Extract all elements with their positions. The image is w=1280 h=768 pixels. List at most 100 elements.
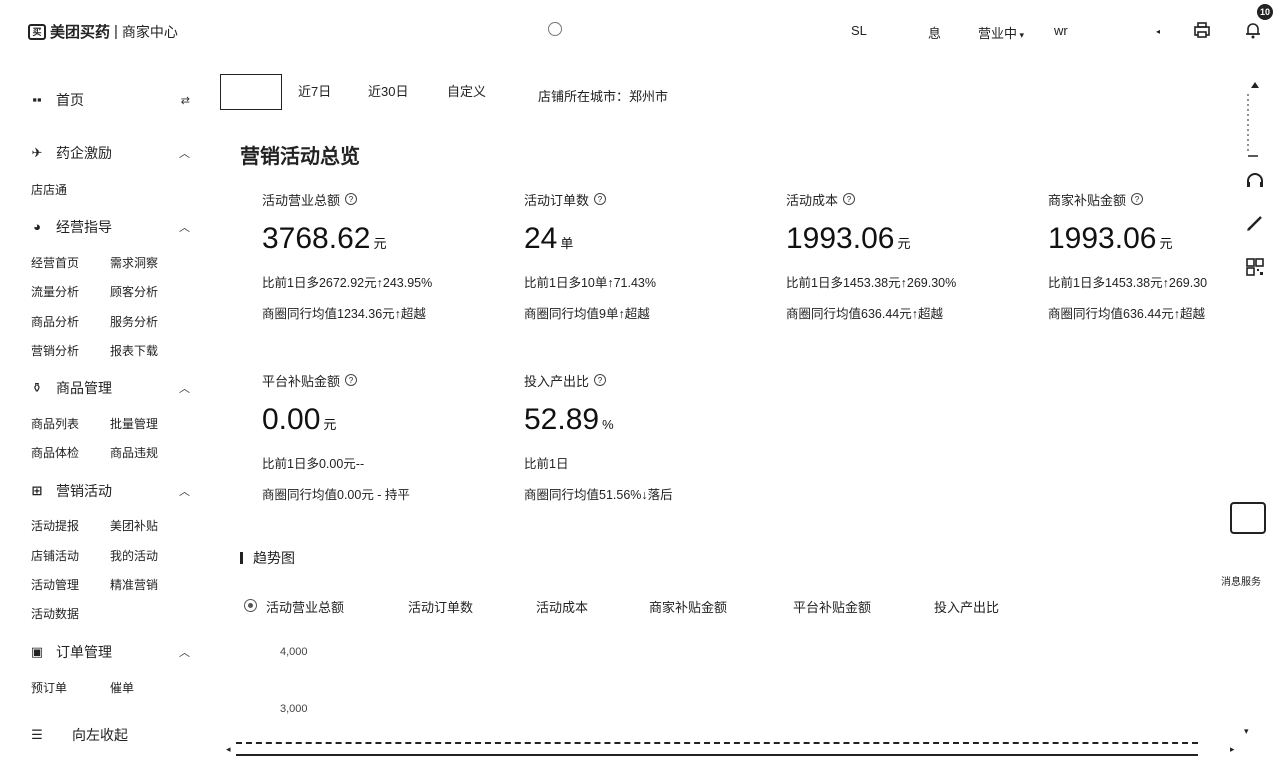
trend-tab-merchant-subsidy[interactable]: 商家补贴金额 [649,597,727,616]
help-icon[interactable]: ? [1131,193,1144,205]
help-icon[interactable]: ? [345,193,358,205]
metric-compare: 比前1日多1453.38元↑269.30% [786,276,957,290]
trend-tab-orders[interactable]: 活动订单数 [408,597,473,616]
sidebar-sub-item[interactable]: 批量管理 [110,415,158,432]
top-item-messages[interactable]: 息 [928,23,941,42]
metric-label: 活动成本 [786,192,839,208]
metric-compare: 比前1日多0.00元-- [262,457,365,471]
grid-icon: ▪▪ [32,92,42,107]
sidebar-sub-item[interactable]: 预订单 [31,679,67,696]
trend-tab-platform-subsidy[interactable]: 平台补贴金额 [793,597,871,616]
date-filter-yesterday[interactable] [220,74,282,110]
printer-icon[interactable] [1192,20,1212,40]
sidebar-sub-item[interactable]: 顾客分析 [110,283,158,300]
top-item-sl[interactable]: SL [851,23,867,38]
pencil-icon[interactable] [1244,212,1266,234]
headset-icon[interactable] [1244,170,1266,192]
sidebar-sub-item[interactable]: 商品违规 [110,444,158,461]
sidebar-item-label: 经营指导 [56,219,112,235]
qr-code-icon[interactable] [1244,256,1266,278]
business-status-label: 营业中 [978,26,1018,41]
chevron-up-icon: ︿ [179,383,190,395]
sidebar-sub-item[interactable]: 流量分析 [31,283,79,300]
sidebar-sub-item[interactable]: 营销分析 [31,342,79,359]
sidebar-item-home[interactable]: ▪▪ 首页 ⇄ [30,90,190,110]
metric-value: 3768.62 [262,222,371,255]
help-icon[interactable]: ? [345,374,358,386]
brand-logo-icon: 买 [28,23,46,40]
notification-badge: 10 [1257,4,1273,20]
sidebar-sub-item[interactable]: 商品分析 [31,313,79,330]
gift-icon: ⊞ [31,483,43,498]
date-filter-7d[interactable]: 近7日 [298,74,331,110]
trend-tab-cost[interactable]: 活动成本 [536,597,588,616]
sidebar-item-label: 药企激励 [56,145,112,161]
metric-unit: 元 [1159,236,1173,251]
chevron-down-icon: ▾ [1017,30,1025,40]
help-icon[interactable]: ? [843,193,856,205]
metric-unit: % [602,417,614,432]
sidebar-sub-item[interactable]: 活动数据 [31,605,79,622]
chevron-up-icon: ︿ [179,486,190,498]
business-status-dropdown[interactable]: 营业中 ▾ [978,23,1024,42]
scroll-right-icon[interactable]: ▸ [1230,744,1235,755]
store-city: 店铺所在城市：郑州市 [538,89,669,104]
scroll-down-icon[interactable]: ▾ [1244,726,1249,737]
trend-tab-roi[interactable]: 投入产出比 [934,597,999,616]
brand-name: 美团买药 [50,24,111,41]
metric-peer-average: 商圈同行均值636.44元↑超越 [1048,307,1205,321]
sidebar-sub-item[interactable]: 美团补贴 [110,517,158,534]
radio-selected-icon[interactable] [244,599,257,612]
user-caret-icon[interactable]: ◂ [1156,27,1160,36]
metric-card-merchant-subsidy: 商家补贴金额? 1993.06 元 比前1日多1453.38元↑269.30 商圈… [1048,190,1240,322]
sidebar-sub-item[interactable]: 店店通 [31,181,67,198]
search-icon [548,22,562,36]
pie-chart-icon: ◕ [33,219,41,234]
sidebar-sub-item[interactable]: 商品列表 [31,415,79,432]
sidebar-item-pharma[interactable]: ✈ 药企激励 ︿ [30,143,190,163]
sidebar-sub-item[interactable]: 报表下载 [110,342,158,359]
sidebar-item-marketing[interactable]: ⊞ 营销活动 ︿ [30,481,190,501]
sidebar-sub-item[interactable]: 商品体检 [31,444,79,461]
metric-unit: 单 [560,236,574,251]
date-filter-custom[interactable]: 自定义 [447,74,486,110]
metric-value: 0.00 [262,403,321,436]
metric-peer-average: 商圈同行均值9单↑超越 [524,307,650,321]
message-service-button[interactable] [1230,502,1266,534]
sidebar-item-guide[interactable]: ◕ 经营指导 ︿ [30,217,190,237]
sidebar-sub-item[interactable]: 经营首页 [31,254,79,271]
sidebar-item-label: 首页 [56,92,84,108]
scroll-left-icon[interactable]: ◂ [226,744,231,755]
brand[interactable]: 买 美团买药 | 商家中心 [28,21,178,42]
metric-peer-average: 商圈同行均值51.56%↓落后 [524,488,673,502]
horizontal-scrollbar[interactable] [236,742,1198,756]
sidebar-sub-item[interactable]: 活动提报 [31,517,79,534]
sidebar-sub-item[interactable]: 我的活动 [110,547,158,564]
trend-title-label: 趋势图 [253,550,295,566]
y-axis-tick: 4,000 [280,646,308,658]
sidebar-sub-item[interactable]: 店铺活动 [31,547,79,564]
sidebar-sub-item[interactable]: 需求洞察 [110,254,158,271]
metric-unit: 元 [897,236,911,251]
sidebar-sub-item[interactable]: 活动管理 [31,576,79,593]
sidebar-sub-item[interactable]: 催单 [110,679,134,696]
switch-icon[interactable]: ⇄ [181,94,190,107]
metric-card-revenue: 活动营业总额? 3768.62 元 比前1日多2672.92元↑243.95% 商… [262,190,502,322]
help-icon[interactable]: ? [594,374,607,386]
sidebar-item-goods[interactable]: ⚱ 商品管理 ︿ [30,378,190,398]
metric-value: 1993.06 [1048,222,1157,255]
sidebar-item-orders[interactable]: ▣ 订单管理 ︿ [30,642,190,662]
bell-icon[interactable] [1243,20,1263,40]
vertical-scroll-track-icon[interactable] [1244,80,1266,160]
help-icon[interactable]: ? [594,193,607,205]
user-name[interactable]: wr [1054,23,1068,38]
trend-tab-revenue[interactable]: 活动营业总额 [266,597,344,616]
metric-unit: 元 [373,236,387,251]
date-filter-30d[interactable]: 近30日 [368,74,408,110]
search-box[interactable] [548,22,568,36]
metric-peer-average: 商圈同行均值636.44元↑超越 [786,307,943,321]
sidebar-sub-item[interactable]: 精准营销 [110,576,158,593]
collapse-sidebar-button[interactable]: ☰ 向左收起 [30,725,190,745]
sidebar-sub-item[interactable]: 服务分析 [110,313,158,330]
metric-compare: 比前1日多10单↑71.43% [524,276,657,290]
